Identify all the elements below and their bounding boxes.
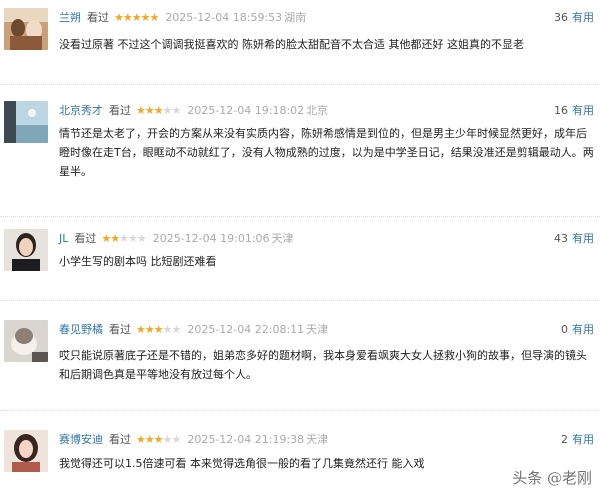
useful-label[interactable]: 有用 [572,11,594,24]
review-meta: 兰朔 看过 ★★★★★ 2025-12-04 18:59:53 湖南 [59,9,306,27]
review-meta: 北京秀才 看过 ★★★★★ 2025-12-04 19:18:02 北京 [59,102,328,120]
rating-stars: ★★★★★ [114,11,159,24]
avatar[interactable] [4,8,48,50]
useful-vote-button[interactable]: 2 有用 [561,431,594,449]
useful-count: 43 [554,232,568,245]
review-location: 天津 [306,323,329,336]
watched-status: 看过 [87,11,109,24]
useful-label[interactable]: 有用 [572,232,594,245]
avatar[interactable] [4,430,48,472]
review-meta: 赛博安迪 看过 ★★★★★ 2025-12-04 21:19:38 天津 [59,431,328,449]
useful-count: 2 [561,433,568,446]
review-time: 2025-12-04 19:01:06 [152,232,270,245]
divider [0,84,600,85]
review-meta: JL 看过 ★★★★★ 2025-12-04 19:01:06 天津 [59,230,294,248]
review-location: 天津 [271,232,294,245]
review-text: 小学生写的剧本吗 比短剧还难看 [59,255,217,268]
useful-count: 36 [554,11,568,24]
avatar[interactable] [4,101,48,143]
useful-vote-button[interactable]: 0 有用 [561,321,594,339]
useful-count: 0 [561,323,568,336]
useful-count: 16 [554,104,568,117]
useful-vote-button[interactable]: 16 有用 [554,102,594,120]
useful-label[interactable]: 有用 [572,433,594,446]
username-link[interactable]: JL [59,232,68,245]
review-time: 2025-12-04 22:08:11 [187,323,305,336]
watched-status: 看过 [109,104,131,117]
rating-stars: ★★★★★ [101,232,146,245]
avatar[interactable] [4,229,48,271]
username-link[interactable]: 春见野橘 [59,323,103,336]
avatar[interactable] [4,320,48,362]
rating-stars: ★★★★★ [136,323,181,336]
useful-label[interactable]: 有用 [572,323,594,336]
review-text: 情节还是太老了，开会的方案从来没有实质内容，陈妍希感情是到位的，但是男主少年时候… [59,127,594,178]
rating-stars: ★★★★★ [136,104,181,117]
review-location: 北京 [306,104,329,117]
watched-status: 看过 [109,323,131,336]
review-time: 2025-12-04 18:59:53 [165,11,283,24]
watched-status: 看过 [109,433,131,446]
useful-vote-button[interactable]: 36 有用 [554,9,594,27]
useful-vote-button[interactable]: 43 有用 [554,230,594,248]
divider [0,410,600,411]
divider [0,300,600,301]
watched-status: 看过 [74,232,97,245]
username-link[interactable]: 兰朔 [59,11,81,24]
rating-stars: ★★★★★ [136,433,181,446]
username-link[interactable]: 赛博安迪 [59,433,103,446]
review-time: 2025-12-04 19:18:02 [187,104,305,117]
divider [0,216,600,217]
watermark: 头条 @老刚 [512,469,592,487]
review-time: 2025-12-04 21:19:38 [187,433,305,446]
username-link[interactable]: 北京秀才 [59,104,103,117]
review-location: 湖南 [284,11,307,24]
review-text: 哎只能说原著底子还是不错的，姐弟恋多好的题材啊，我本身爱看飒爽大女人拯救小狗的故… [59,349,587,381]
useful-label[interactable]: 有用 [572,104,594,117]
review-location: 天津 [306,433,329,446]
review-meta: 春见野橘 看过 ★★★★★ 2025-12-04 22:08:11 天津 [59,321,328,339]
review-text: 没看过原著 不过这个调调我挺喜欢的 陈妍希的脸太甜配音不太合适 其他都还好 这姐… [59,38,524,51]
